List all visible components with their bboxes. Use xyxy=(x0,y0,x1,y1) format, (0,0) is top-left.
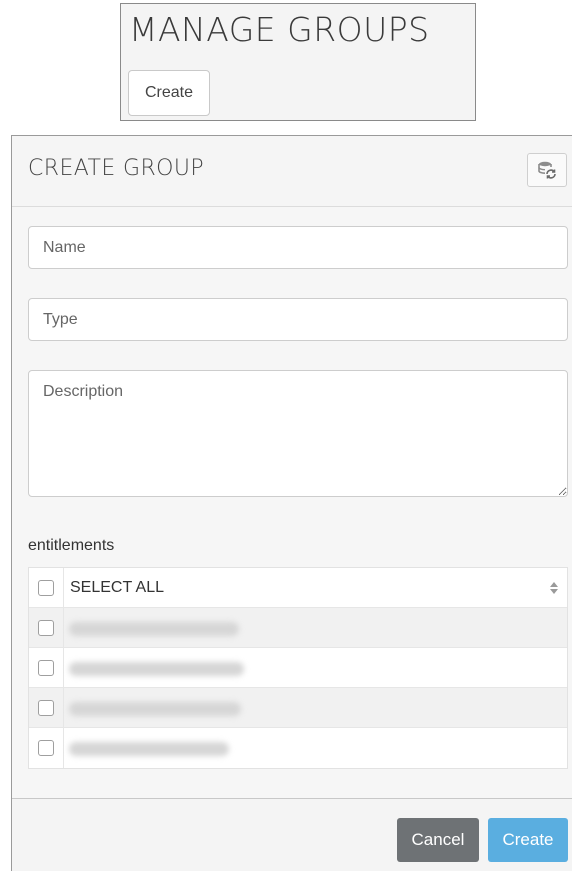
open-create-group-button[interactable]: Create xyxy=(128,70,210,116)
db-refresh-icon xyxy=(538,161,556,179)
row-checkbox[interactable] xyxy=(38,699,54,716)
entitlements-label: entitlements xyxy=(28,537,115,554)
redacted-text xyxy=(69,702,241,716)
redacted-text xyxy=(69,742,229,756)
refresh-button[interactable] xyxy=(527,153,567,187)
modal-title: CREATE GROUP xyxy=(28,156,205,181)
select-all-checkbox[interactable] xyxy=(38,579,54,596)
entitlements-header-row: SELECT ALL xyxy=(29,568,567,608)
manage-groups-title: MANAGE GROUPS xyxy=(129,10,430,49)
cancel-button[interactable]: Cancel xyxy=(397,818,479,862)
redacted-text xyxy=(69,662,244,676)
table-row[interactable] xyxy=(29,648,567,688)
redacted-text xyxy=(69,622,239,636)
select-all-label: SELECT ALL xyxy=(70,579,164,596)
modal-header: CREATE GROUP xyxy=(12,136,572,207)
row-checkbox[interactable] xyxy=(38,619,54,636)
manage-groups-card: MANAGE GROUPS Create xyxy=(120,3,476,121)
modal-body: entitlements SELECT ALL xyxy=(12,208,572,798)
type-input[interactable] xyxy=(28,298,568,341)
create-button[interactable]: Create xyxy=(488,818,568,862)
description-textarea[interactable] xyxy=(28,370,568,497)
table-row[interactable] xyxy=(29,688,567,728)
modal-footer: Cancel Create xyxy=(12,798,572,871)
entitlements-table: SELECT ALL xyxy=(28,567,568,769)
sort-icon[interactable] xyxy=(549,581,559,595)
select-all-cell xyxy=(29,568,64,607)
row-checkbox[interactable] xyxy=(38,659,54,676)
table-row[interactable] xyxy=(29,728,567,768)
create-group-modal: CREATE GROUP entitlements S xyxy=(11,135,572,871)
name-input[interactable] xyxy=(28,226,568,269)
row-checkbox[interactable] xyxy=(38,740,54,756)
table-row[interactable] xyxy=(29,608,567,648)
